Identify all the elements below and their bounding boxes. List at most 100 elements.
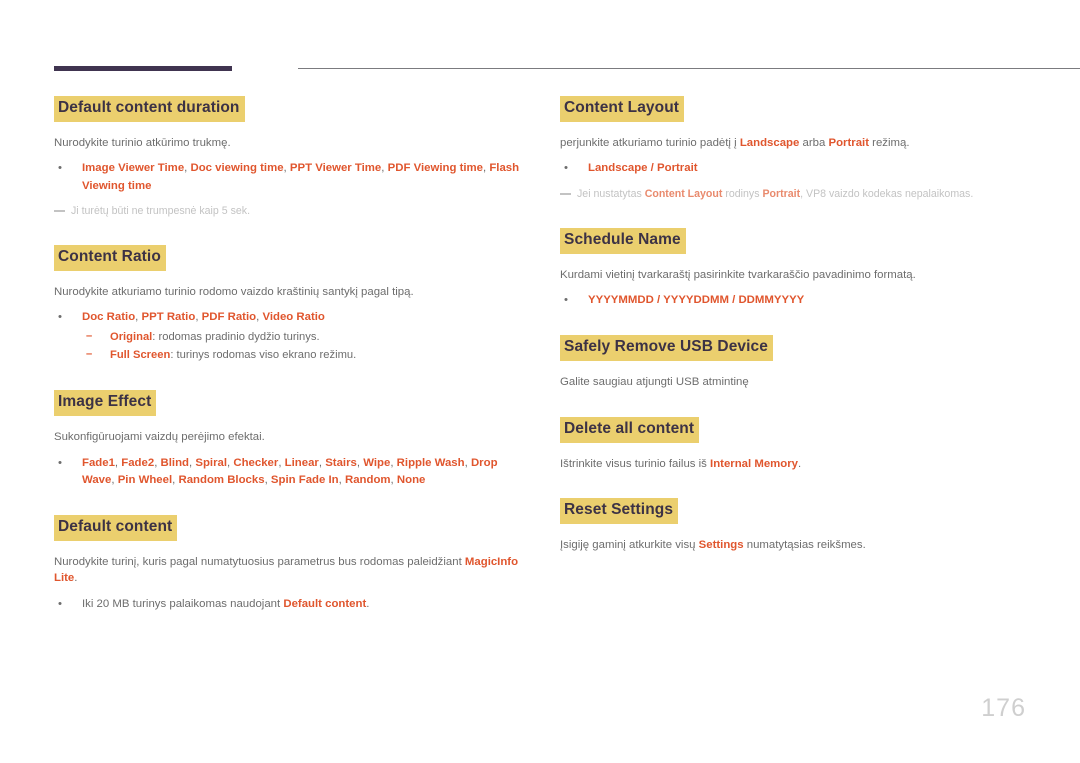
section-heading: Reset Settings <box>560 498 1030 525</box>
text-run: Iki 20 MB turinys palaikomas naudojant <box>82 597 284 610</box>
header-rule-thick <box>54 66 232 71</box>
note-dash-icon <box>560 192 571 195</box>
note-text: Ji turėtų būti ne trumpesnė kaip 5 sek. <box>71 204 251 217</box>
bullet-marker-icon: • <box>58 456 62 469</box>
section-body: Galite saugiau atjungti USB atmintinę <box>560 376 749 389</box>
bullet-item: • Fade1, Fade2, Blind, Spiral, Checker, L… <box>54 455 524 489</box>
text-run: numatytąsias reikšmes. <box>743 539 866 552</box>
header-rule-thin <box>298 68 1080 69</box>
accent-term: YYYYDDMM <box>663 294 729 307</box>
accent-term: Doc Ratio <box>82 311 136 324</box>
accent-term: Settings <box>698 539 744 552</box>
section-heading-highlight: Reset Settings <box>560 498 679 525</box>
accent-term: Random Blocks <box>178 473 265 486</box>
text-run: , VP8 vaizdo kodekas nepalaikomas. <box>800 187 974 200</box>
accent-term: PPT Ratio <box>141 311 196 324</box>
accent-term: / <box>647 162 658 175</box>
section-heading-highlight: Schedule Name <box>560 227 686 254</box>
bullet-marker-icon: • <box>564 162 568 175</box>
section-heading: Content Ratio <box>54 245 524 271</box>
left-column: Default content duration Nurodykite turin… <box>54 96 524 613</box>
bullet-list: • Iki 20 MB turinys palaikomas naudojant … <box>54 596 524 613</box>
accent-term: Checker <box>233 456 279 469</box>
accent-term: DDMMYYYY <box>738 294 805 307</box>
accent-term: Spiral <box>195 456 228 469</box>
accent-term: Portrait <box>828 136 869 149</box>
section-heading-highlight: Default content duration <box>54 96 245 122</box>
section-body: Nurodykite turinį, kuris pagal numatytuo… <box>54 554 524 587</box>
bullet-list: • Doc Ratio, PPT Ratio, PDF Ratio, Video … <box>54 309 524 364</box>
accent-term: Pin Wheel <box>117 473 173 486</box>
right-column: Content Layout perjunkite atkuriamo turin… <box>560 96 1030 554</box>
sub-bullet-item: – Full Screen: turinys rodomas viso ekran… <box>82 347 524 364</box>
text-run: : rodomas pradinio dydžio turinys. <box>152 330 320 343</box>
accent-term: Default content <box>283 597 367 610</box>
accent-term: Internal Memory <box>710 457 799 470</box>
text-run: Ištrinkite visus turinio failus iš <box>560 457 711 470</box>
accent-term: PDF Viewing time <box>387 162 483 175</box>
accent-term: Fade1 <box>82 456 115 469</box>
bullet-text: Doc Ratio, PPT Ratio, PDF Ratio, Video R… <box>82 311 325 323</box>
doc-section: Content Layout perjunkite atkuriamo turin… <box>560 96 1030 202</box>
accent-term: Stairs <box>325 456 357 469</box>
bullet-item: • Image Viewer Time, Doc viewing time, PP… <box>54 160 524 194</box>
accent-term: Content Layout <box>644 187 723 200</box>
bullet-text: Original: rodomas pradinio dydžio turiny… <box>110 331 320 343</box>
section-body: Nurodykite turinio atkūrimo trukmę. <box>54 136 231 149</box>
dash-marker-icon: – <box>86 329 93 342</box>
text-run: Jei nustatytas <box>577 187 645 200</box>
accent-term: None <box>396 473 426 486</box>
section-note: Ji turėtų būti ne trumpesnė kaip 5 sek. <box>54 204 524 219</box>
accent-term: Original <box>110 330 153 343</box>
bullet-marker-icon: • <box>58 162 62 175</box>
section-heading: Default content duration <box>54 96 524 122</box>
accent-term: Landscape <box>739 136 800 149</box>
bullet-marker-icon: • <box>564 294 568 307</box>
accent-term: Doc viewing time <box>190 162 284 175</box>
accent-term: Full Screen <box>110 349 171 362</box>
text-run: režimą. <box>869 136 910 149</box>
accent-term: / <box>653 294 664 307</box>
accent-term: Portrait <box>762 187 801 200</box>
document-page: Default content duration Nurodykite turin… <box>0 0 1080 763</box>
accent-term: Linear <box>284 456 319 469</box>
doc-section: Content Ratio Nurodykite atkuriamo turini… <box>54 245 524 364</box>
accent-term: Wipe <box>363 456 391 469</box>
doc-section: Default content duration Nurodykite turin… <box>54 96 524 219</box>
doc-section: Delete all content Ištrinkite visus turin… <box>560 416 1030 473</box>
section-heading-highlight: Safely Remove USB Device <box>560 335 773 362</box>
bullet-text: Fade1, Fade2, Blind, Spiral, Checker, Li… <box>82 457 498 486</box>
page-header-rules <box>54 64 1080 74</box>
section-heading: Delete all content <box>560 416 1030 443</box>
note-text: Jei nustatytas Content Layout rodinys Po… <box>577 188 973 200</box>
bullet-item: • YYYYMMDD / YYYYDDMM / DDMMYYYY <box>560 292 1030 309</box>
section-body: Įsigiję gaminį atkurkite visų Settings n… <box>560 537 1030 554</box>
doc-section: Default content Nurodykite turinį, kuris … <box>54 514 524 613</box>
bullet-text: Image Viewer Time, Doc viewing time, PPT… <box>82 162 519 191</box>
doc-section: Image Effect Sukonfigūruojami vaizdų perė… <box>54 390 524 489</box>
section-heading-highlight: Image Effect <box>54 390 157 417</box>
section-body: perjunkite atkuriamo turinio padėtį į La… <box>560 135 1030 152</box>
doc-section: Safely Remove USB Device Galite saugiau a… <box>560 335 1030 390</box>
sub-bullet-item: – Original: rodomas pradinio dydžio turin… <box>82 329 524 346</box>
bullet-text: Iki 20 MB turinys palaikomas naudojant D… <box>82 598 369 610</box>
section-body: Nurodykite atkuriamo turinio rodomo vaiz… <box>54 285 414 298</box>
accent-term: Fade2 <box>121 456 155 469</box>
bullet-item: • Landscape / Portrait <box>560 160 1030 177</box>
text-run: : turinys rodomas viso ekrano režimu. <box>170 349 357 362</box>
text-run: arba <box>799 136 829 149</box>
accent-term: PPT Viewer Time <box>289 162 382 175</box>
section-body: Kurdami vietinį tvarkaraštį pasirinkite … <box>560 268 916 281</box>
section-heading: Default content <box>54 514 524 541</box>
accent-term: Random <box>344 473 391 486</box>
section-body: Ištrinkite visus turinio failus iš Inter… <box>560 456 1030 473</box>
section-body: Sukonfigūruojami vaizdų perėjimo efektai… <box>54 431 265 444</box>
accent-term: Ripple Wash <box>396 456 465 469</box>
accent-term: YYYYMMDD <box>588 294 654 307</box>
section-heading: Schedule Name <box>560 227 1030 254</box>
bullet-list: • Image Viewer Time, Doc viewing time, PP… <box>54 160 524 194</box>
bullet-marker-icon: • <box>58 311 62 324</box>
text-run: rodinys <box>722 187 763 200</box>
text-run: . <box>798 457 802 470</box>
bullet-item: • Iki 20 MB turinys palaikomas naudojant … <box>54 596 524 613</box>
